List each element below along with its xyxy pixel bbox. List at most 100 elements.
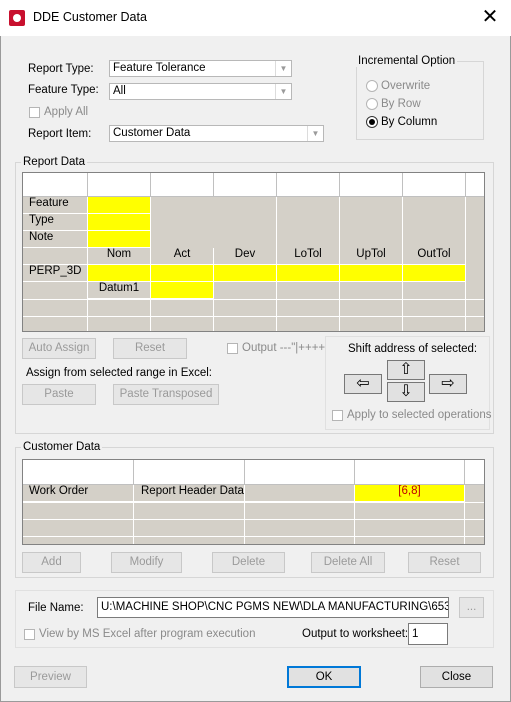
grid-header-cell [23, 460, 134, 485]
column-header-act: Act [151, 248, 214, 265]
chevron-down-icon: ▼ [275, 61, 291, 76]
shift-right-button[interactable]: ⇨ [429, 374, 467, 394]
customer-row-col3 [245, 485, 355, 502]
note-cell[interactable] [88, 231, 151, 248]
perp-nom-cell[interactable] [88, 265, 151, 282]
browse-button[interactable]: ... [459, 597, 484, 618]
window-title: DDE Customer Data [33, 10, 147, 24]
perp-outtol-cell[interactable] [403, 265, 466, 282]
chevron-down-icon: ▼ [275, 84, 291, 99]
type-cell[interactable] [88, 214, 151, 231]
report-data-grid[interactable]: Feature Type Note Nom Act Dev LoTol UpTo… [22, 172, 485, 332]
output-worksheet-input[interactable]: 1 [408, 623, 448, 645]
app-icon [9, 10, 25, 26]
grid-header-cell [340, 173, 403, 197]
by-column-radio[interactable] [366, 116, 378, 128]
datum-label-cell: Datum1 [88, 282, 151, 299]
row-label-note: Note [23, 231, 88, 248]
feature-type-combo[interactable]: All ▼ [109, 83, 292, 100]
grid-header-cell [214, 173, 277, 197]
ok-button[interactable]: OK [287, 666, 361, 688]
apply-to-selected-checkbox[interactable] [332, 410, 343, 421]
datum-act-cell[interactable] [151, 282, 214, 299]
delete-all-button[interactable]: Delete All [311, 552, 385, 573]
shift-down-button[interactable]: ⇩ [387, 382, 425, 402]
chevron-down-icon: ▼ [307, 126, 323, 141]
grid-divider [23, 502, 484, 503]
column-header-dev: Dev [214, 248, 277, 265]
arrow-right-icon: ⇨ [441, 375, 455, 392]
report-item-value: Customer Data [113, 127, 191, 139]
paste-button[interactable]: Paste [22, 384, 96, 405]
perp-act-cell[interactable] [151, 265, 214, 282]
grid-divider [23, 519, 484, 520]
output-label: Output ---"|++++ [242, 342, 326, 354]
column-header-uptol: UpTol [340, 248, 403, 265]
grid-header-cell [23, 173, 88, 197]
grid-header-cell [134, 460, 245, 485]
apply-all-checkbox[interactable] [29, 107, 40, 118]
close-button[interactable]: Close [420, 666, 493, 688]
grid-header-cell [277, 173, 340, 197]
report-type-combo[interactable]: Feature Tolerance ▼ [109, 60, 292, 77]
by-column-label: By Column [381, 116, 438, 128]
grid-divider [87, 197, 88, 331]
paste-transposed-button[interactable]: Paste Transposed [113, 384, 219, 405]
grid-cell [23, 248, 88, 265]
grid-divider [23, 316, 484, 317]
auto-assign-button[interactable]: Auto Assign [22, 338, 96, 359]
report-item-combo[interactable]: Customer Data ▼ [109, 125, 324, 142]
customer-row-col4[interactable]: [6,8] [355, 485, 465, 502]
preview-button[interactable]: Preview [14, 666, 87, 688]
file-name-label: File Name: [28, 602, 84, 614]
customer-data-title: Customer Data [21, 441, 103, 453]
grid-divider [402, 197, 403, 331]
row-label-type: Type [23, 214, 88, 231]
assign-from-label: Assign from selected range in Excel: [26, 367, 213, 379]
shift-left-button[interactable]: ⇦ [344, 374, 382, 394]
by-row-radio[interactable] [366, 98, 378, 110]
feature-type-value: All [113, 85, 126, 97]
customer-data-grid[interactable]: Work Order Report Header Data [6,8] [22, 459, 485, 545]
grid-header-cell [151, 173, 214, 197]
report-type-value: Feature Tolerance [113, 62, 206, 74]
grid-divider [276, 197, 277, 331]
modify-button[interactable]: Modify [111, 552, 182, 573]
view-excel-checkbox[interactable] [24, 629, 35, 640]
shift-address-title: Shift address of selected: [348, 343, 478, 355]
delete-button[interactable]: Delete [212, 552, 285, 573]
output-checkbox[interactable] [227, 343, 238, 354]
file-name-input[interactable]: U:\MACHINE SHOP\CNC PGMS NEW\DLA MANUFAC… [97, 597, 449, 618]
shift-up-button[interactable]: ⇧ [387, 360, 425, 380]
output-worksheet-label: Output to worksheet: [302, 628, 409, 640]
feature-cell[interactable] [88, 197, 151, 214]
reset-customer-button[interactable]: Reset [408, 552, 481, 573]
perp-lotol-cell[interactable] [277, 265, 340, 282]
perp-uptol-cell[interactable] [340, 265, 403, 282]
customer-row-col2: Report Header Data [134, 485, 245, 502]
arrow-left-icon: ⇦ [356, 375, 370, 392]
grid-header-cell [245, 460, 355, 485]
row-label-perp: PERP_3D [23, 265, 88, 282]
incremental-option-title: Incremental Option [356, 55, 458, 67]
reset-button[interactable]: Reset [113, 338, 187, 359]
grid-divider [23, 536, 484, 537]
grid-divider [23, 299, 484, 300]
close-window-button[interactable]: ✕ [478, 5, 502, 29]
column-header-lotol: LoTol [277, 248, 340, 265]
overwrite-radio[interactable] [366, 80, 378, 92]
by-row-label: By Row [381, 98, 421, 110]
grid-header-cell [466, 173, 484, 197]
column-header-outtol: OutTol [403, 248, 466, 265]
arrow-down-icon: ⇩ [399, 383, 413, 400]
perp-dev-cell[interactable] [214, 265, 277, 282]
report-item-label: Report Item: [28, 128, 92, 140]
grid-header-cell [403, 173, 466, 197]
grid-divider [465, 197, 466, 331]
report-data-title: Report Data [21, 156, 88, 168]
feature-type-label: Feature Type: [28, 84, 99, 96]
apply-to-selected-label: Apply to selected operations [347, 409, 492, 421]
report-type-label: Report Type: [28, 63, 94, 75]
view-excel-label: View by MS Excel after program execution [39, 628, 256, 640]
add-button[interactable]: Add [22, 552, 81, 573]
